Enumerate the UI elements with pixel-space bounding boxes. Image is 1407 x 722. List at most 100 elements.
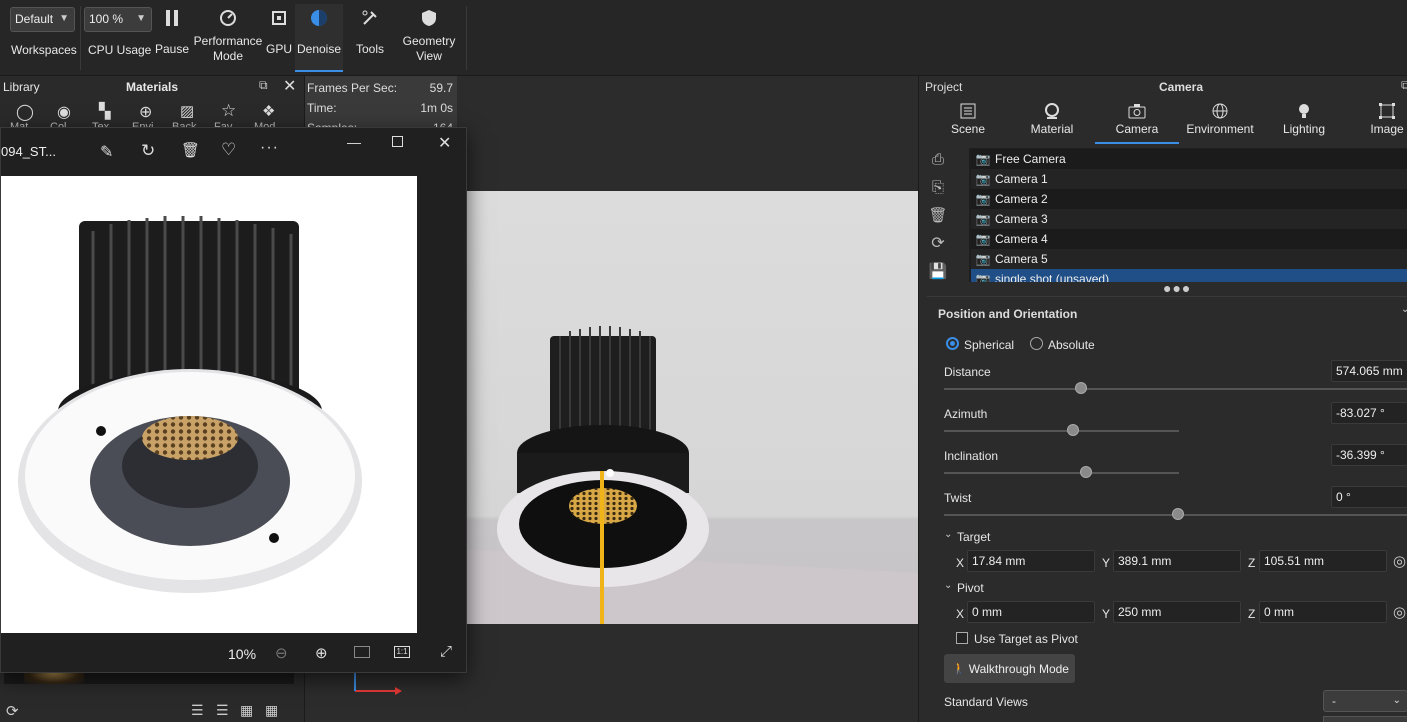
heart-icon[interactable]: ♡ bbox=[221, 140, 236, 160]
standard-views-select[interactable]: - ⌄ bbox=[1323, 690, 1407, 712]
material-icon[interactable]: ◯ bbox=[16, 102, 34, 122]
fullscreen-icon[interactable]: ⤢ bbox=[440, 643, 452, 660]
chevron-down-icon[interactable]: ⌄ bbox=[944, 580, 952, 591]
camera-icon: 📷 bbox=[975, 252, 991, 266]
camera-name: Free Camera bbox=[995, 152, 1066, 166]
tab-scene[interactable]: Scene bbox=[947, 100, 989, 144]
geometry-view-button[interactable]: Geometry View bbox=[398, 4, 460, 72]
workspace-select[interactable]: Default ▼ bbox=[10, 7, 75, 32]
resize-handle-icon[interactable]: ●●● bbox=[1163, 280, 1191, 296]
list-item[interactable]: 📷 Camera 5 bbox=[971, 249, 1407, 269]
cpu-usage-label: CPU Usage bbox=[88, 43, 152, 57]
azimuth-slider-track[interactable] bbox=[944, 430, 1179, 432]
tab-material[interactable]: Material bbox=[1027, 100, 1077, 144]
tab-label: Scene bbox=[950, 122, 986, 136]
cpu-usage-select[interactable]: 100 % ▼ bbox=[84, 7, 152, 32]
divider bbox=[927, 296, 1407, 297]
spherical-radio[interactable] bbox=[946, 337, 959, 350]
list-item[interactable]: 📷 Camera 1 bbox=[971, 169, 1407, 189]
compact-list-icon[interactable]: ☰ bbox=[216, 702, 229, 719]
texture-icon[interactable]: ▚ bbox=[99, 102, 111, 120]
spherical-label: Spherical bbox=[964, 338, 1015, 352]
photo-viewer-window[interactable]: 094_ST... ✎ ↻ 🗑 ♡ ··· — ✕ 10% ⊖ ⊕ 1:1 ⤢ bbox=[0, 127, 467, 673]
refresh-icon[interactable]: ⟳ bbox=[6, 702, 19, 720]
image-icon[interactable]: ▨ bbox=[180, 102, 194, 120]
material-thumbnail[interactable] bbox=[24, 672, 84, 684]
actual-size-icon[interactable]: 1:1 bbox=[394, 646, 410, 658]
gpu-button[interactable]: GPU bbox=[264, 4, 294, 72]
environment-icon[interactable]: ⊕ bbox=[139, 102, 152, 122]
model-icon[interactable]: ❖ bbox=[262, 102, 275, 120]
use-target-checkbox[interactable] bbox=[956, 632, 968, 644]
tab-image[interactable]: Image bbox=[1367, 100, 1407, 144]
tab-camera[interactable]: Camera bbox=[1095, 100, 1179, 144]
popout-icon[interactable]: ⧉ bbox=[259, 78, 268, 93]
pivot-z-field[interactable]: 0 mm bbox=[1259, 601, 1387, 623]
chevron-down-icon[interactable]: ⌄ bbox=[1401, 304, 1407, 315]
pivot-y-field[interactable]: 250 mm bbox=[1113, 601, 1241, 623]
section-title: Position and Orientation bbox=[938, 307, 1078, 321]
inclination-field[interactable]: -36.399 ° bbox=[1331, 444, 1407, 466]
update-camera-icon[interactable]: ⟳ bbox=[927, 232, 949, 254]
tab-environment[interactable]: Environment bbox=[1185, 100, 1255, 144]
secondary-select[interactable] bbox=[1323, 716, 1407, 722]
tab-lighting[interactable]: Lighting bbox=[1279, 100, 1329, 144]
absolute-radio[interactable] bbox=[1030, 337, 1043, 350]
tools-button[interactable]: Tools bbox=[350, 4, 390, 72]
close-icon[interactable]: ✕ bbox=[283, 76, 296, 96]
pause-button[interactable]: Pause bbox=[152, 4, 192, 72]
edit-icon[interactable]: ✎ bbox=[100, 142, 113, 162]
minimize-icon[interactable]: — bbox=[347, 134, 361, 150]
small-grid-icon[interactable]: ▦ bbox=[240, 702, 253, 719]
popout-icon[interactable]: ⧉ bbox=[1401, 78, 1407, 93]
twist-field[interactable]: 0 ° bbox=[1331, 486, 1407, 508]
inclination-slider-handle[interactable] bbox=[1080, 466, 1092, 478]
tab-label: Environment bbox=[1186, 122, 1254, 136]
twist-slider-handle[interactable] bbox=[1172, 508, 1184, 520]
distance-slider-handle[interactable] bbox=[1075, 382, 1087, 394]
toolbar-divider bbox=[466, 6, 467, 70]
rotate-icon[interactable]: ↻ bbox=[141, 141, 155, 161]
target-x-field[interactable]: 17.84 mm bbox=[967, 550, 1095, 572]
performance-icon bbox=[219, 4, 237, 32]
target-z-field[interactable]: 105.51 mm bbox=[1259, 550, 1387, 572]
denoise-button[interactable]: Denoise bbox=[295, 4, 343, 72]
close-icon[interactable]: ✕ bbox=[438, 133, 451, 153]
delete-icon[interactable]: 🗑 bbox=[181, 141, 200, 159]
zoom-in-icon[interactable]: ⊕ bbox=[315, 644, 328, 662]
zoom-out-icon[interactable]: ⊖ bbox=[275, 644, 288, 662]
toolbar-divider bbox=[80, 6, 81, 70]
material-thumbnails-strip[interactable] bbox=[4, 672, 294, 684]
star-icon[interactable]: ☆ bbox=[221, 101, 236, 121]
list-item[interactable]: 📷 Camera 2 bbox=[971, 189, 1407, 209]
performance-mode-button[interactable]: Performance Mode bbox=[192, 4, 264, 72]
maximize-icon[interactable] bbox=[392, 136, 403, 147]
list-item[interactable]: 📷 Camera 3 bbox=[971, 209, 1407, 229]
save-icon[interactable]: 💾 bbox=[927, 260, 949, 282]
more-icon[interactable]: ··· bbox=[260, 139, 279, 157]
target-y-field[interactable]: 389.1 mm bbox=[1113, 550, 1241, 572]
add-camera-icon[interactable]: ⎙ bbox=[927, 148, 949, 170]
azimuth-label: Azimuth bbox=[944, 407, 988, 421]
azimuth-slider-handle[interactable] bbox=[1067, 424, 1079, 436]
palette-icon[interactable]: ◉ bbox=[57, 102, 71, 122]
distance-slider-track[interactable] bbox=[944, 388, 1407, 390]
delete-icon[interactable]: 🗑 bbox=[927, 204, 949, 226]
camera-name: Camera 5 bbox=[995, 252, 1048, 266]
gpu-chip-icon bbox=[270, 4, 288, 32]
pivot-x-field[interactable]: 0 mm bbox=[967, 601, 1095, 623]
pick-target-icon[interactable]: ◎ bbox=[1393, 552, 1406, 570]
walkthrough-mode-button[interactable]: 🚶 Walkthrough Mode bbox=[944, 654, 1075, 683]
azimuth-field[interactable]: -83.027 ° bbox=[1331, 402, 1407, 424]
list-item[interactable]: 📷 Free Camera bbox=[971, 149, 1407, 169]
chevron-down-icon[interactable]: ⌄ bbox=[944, 529, 952, 540]
pick-pivot-icon[interactable]: ◎ bbox=[1393, 603, 1406, 621]
fit-icon[interactable] bbox=[354, 646, 370, 658]
list-item[interactable]: 📷 Camera 4 bbox=[971, 229, 1407, 249]
list-view-icon[interactable]: ☰ bbox=[191, 702, 204, 719]
inclination-slider-track[interactable] bbox=[944, 472, 1179, 474]
distance-field[interactable]: 574.065 mm bbox=[1331, 360, 1407, 382]
duplicate-camera-icon[interactable]: ⎘ bbox=[927, 176, 949, 198]
tab-label: Lighting bbox=[1282, 122, 1326, 136]
large-grid-icon[interactable]: ▦ bbox=[265, 702, 278, 719]
